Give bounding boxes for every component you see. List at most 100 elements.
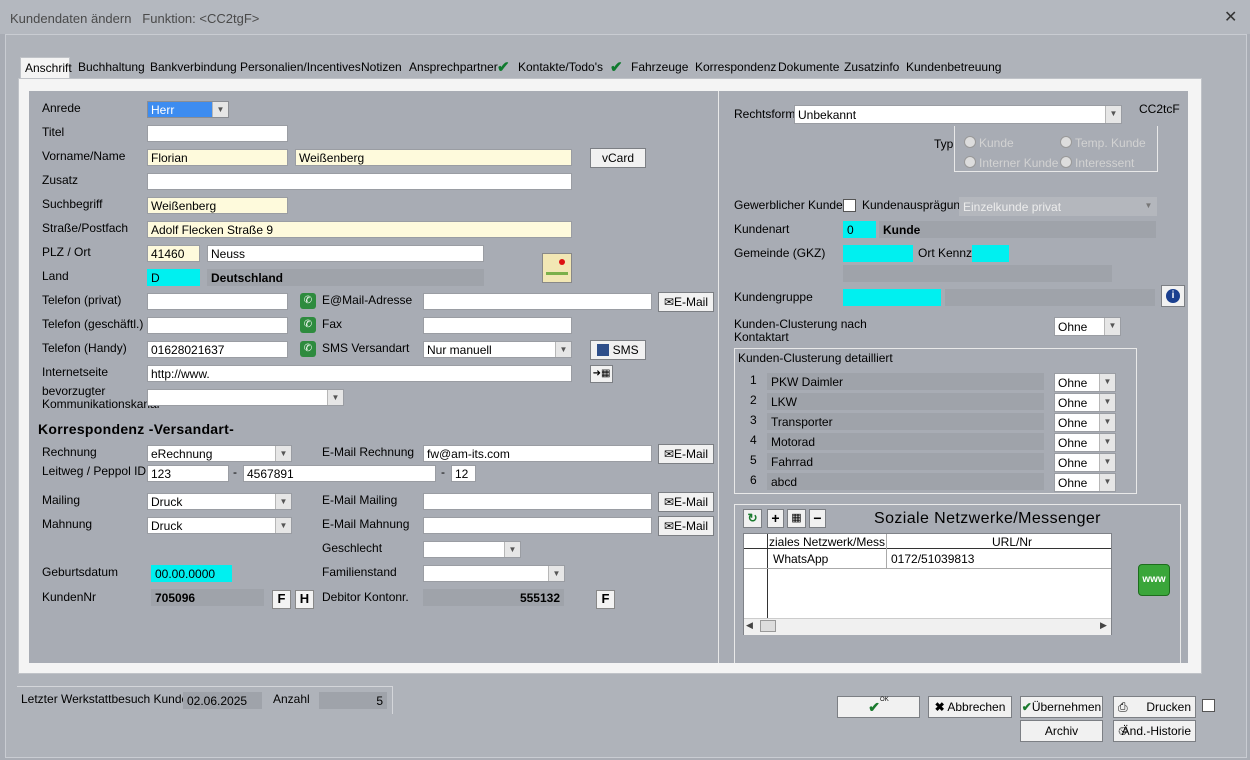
geburtsdatum-input[interactable]: 00.00.0000 [151,565,232,582]
mahnung-select[interactable]: Druck ▼ [147,517,292,534]
auspraegung-select[interactable]: Einzelkunde privat ▼ [959,197,1157,216]
chevron-down-icon: ▼ [275,446,291,461]
historie-button[interactable]: ⏲ Änd.-Historie [1113,720,1196,742]
ort-input[interactable]: Neuss [207,245,484,262]
fax-input[interactable] [423,317,572,334]
tab-anschrift[interactable]: Anschrift [20,57,72,78]
zusatz-input[interactable] [147,173,572,190]
anrede-select[interactable]: Herr ▼ [147,101,229,118]
ok-button[interactable]: ✔OK [837,696,920,718]
archiv-button[interactable]: Archiv [1020,720,1103,742]
debitor-f-button[interactable]: F [596,590,615,609]
tel-handy-label: Telefon (Handy) [42,341,127,355]
debitor-label: Debitor Kontonr. [322,590,409,604]
tab-bankverbindung[interactable]: Bankverbindung [150,60,237,78]
vcard-button[interactable]: vCard [590,148,646,168]
open-link-icon[interactable]: ➜▦ [590,365,613,383]
tel-privat-input[interactable] [147,293,288,310]
rechnung-select[interactable]: eRechnung ▼ [147,445,292,462]
add-icon[interactable]: + [767,509,784,528]
clustering-detail-title: Kunden-Clusterung detailliert [738,351,893,365]
vorname-input[interactable]: Florian [147,149,288,166]
strasse-input[interactable]: Adolf Flecken Straße 9 [147,221,572,238]
gemeinde-input[interactable] [843,245,913,262]
scroll-right-icon[interactable]: ▶ [1100,620,1107,631]
titel-input[interactable] [147,125,288,142]
leitweg-c-input[interactable]: 12 [451,465,476,482]
email-mailing-button[interactable]: ✉E-Mail [658,492,714,512]
tab-ansprechpartner[interactable]: Ansprechpartner [409,60,498,78]
typ-interessent-radio[interactable]: Interessent [1060,156,1134,170]
familienstand-label: Familienstand [322,565,397,579]
cluster-row-select[interactable]: Ohne ▼ [1054,453,1116,472]
email-mahnung-input[interactable] [423,517,652,534]
email-button[interactable]: ✉E-Mail [658,292,714,312]
drucken-checkbox[interactable] [1202,699,1215,712]
tel-gesch-input[interactable] [147,317,288,334]
ortkennz-input[interactable] [972,245,1009,262]
kundennr-f-button[interactable]: F [272,590,291,609]
leitweg-a-input[interactable]: 123 [147,465,229,482]
land-code-input[interactable]: D [147,269,200,286]
phone-icon[interactable]: ✆ [300,317,316,333]
edit-grid-icon[interactable]: ▦ [787,509,806,528]
typ-temp-kunde-radio[interactable]: Temp. Kunde [1060,136,1146,150]
mailing-select[interactable]: Druck ▼ [147,493,292,510]
anzahl-value: 5 [319,692,387,709]
tab-notizen[interactable]: Notizen [361,60,402,78]
cluster-row-select[interactable]: Ohne ▼ [1054,473,1116,492]
name-input[interactable]: Weißenberg [295,149,572,166]
phone-icon[interactable]: ✆ [300,293,316,309]
kundennr-h-button[interactable]: H [295,590,314,609]
tab-personalien[interactable]: Personalien/Incentives [240,60,361,78]
uebernehmen-button[interactable]: ✔Übernehmen [1020,696,1103,718]
kundengruppe-input[interactable] [843,289,941,306]
email-mailing-input[interactable] [423,493,652,510]
map-icon[interactable] [542,253,572,283]
sms-button[interactable]: SMS [590,340,646,360]
tab-zusatzinfo[interactable]: Zusatzinfo [844,60,899,78]
email-rechnung-button[interactable]: ✉E-Mail [658,444,714,464]
sms-versandart-select[interactable]: Nur manuell ▼ [423,341,572,358]
email-mahnung-button[interactable]: ✉E-Mail [658,516,714,536]
kommkanal-select[interactable]: ▼ [147,389,344,406]
close-icon[interactable]: ✕ [1224,7,1237,27]
leitweg-b-input[interactable]: 4567891 [243,465,436,482]
www-button[interactable]: www [1138,564,1170,596]
tab-buchhaltung[interactable]: Buchhaltung [78,60,145,78]
tab-dokumente[interactable]: Dokumente [778,60,839,78]
abbrechen-button[interactable]: ✖ Abbrechen [928,696,1012,718]
refresh-icon[interactable]: ↻ [743,509,762,528]
suchbegriff-input[interactable]: Weißenberg [147,197,288,214]
tab-kontakte[interactable]: Kontakte/Todo's [518,60,603,78]
cluster-row-select[interactable]: Ohne ▼ [1054,393,1116,412]
phone-icon[interactable]: ✆ [300,341,316,357]
geschlecht-select[interactable]: ▼ [423,541,521,558]
cluster-row-select[interactable]: Ohne ▼ [1054,413,1116,432]
tab-korrespondenz[interactable]: Korrespondenz [695,60,776,78]
tab-fahrzeuge[interactable]: Fahrzeuge [631,60,688,78]
typ-interner-kunde-radio[interactable]: Interner Kunde [964,156,1058,170]
plz-input[interactable]: 41460 [147,245,200,262]
horizontal-scrollbar[interactable] [744,618,1111,635]
kundenart-code-input[interactable]: 0 [843,221,876,238]
scroll-thumb[interactable] [760,620,776,632]
tel-handy-input[interactable]: 01628021637 [147,341,288,358]
email-mailing-label: E-Mail Mailing [322,493,398,507]
gewerblich-checkbox[interactable] [843,199,856,212]
typ-kunde-radio[interactable]: Kunde [964,136,1014,150]
rechtsform-select[interactable]: Unbekannt ▼ [794,105,1122,124]
clustering-select[interactable]: Ohne ▼ [1054,317,1121,336]
remove-icon[interactable]: − [809,509,826,528]
internet-input[interactable]: http://www. [147,365,572,382]
familienstand-select[interactable]: ▼ [423,565,565,582]
email-rechnung-input[interactable]: fw@am-its.com [423,445,652,462]
vorname-label: Vorname/Name [42,149,126,163]
cluster-row-select[interactable]: Ohne ▼ [1054,433,1116,452]
drucken-button[interactable]: ⎙ Drucken [1113,696,1196,718]
email-input[interactable] [423,293,652,310]
tab-kundenbetreuung[interactable]: Kundenbetreuung [906,60,1001,78]
cluster-row-select[interactable]: Ohne ▼ [1054,373,1116,392]
info-button[interactable]: i [1161,285,1185,307]
scroll-left-icon[interactable]: ◀ [746,620,753,631]
